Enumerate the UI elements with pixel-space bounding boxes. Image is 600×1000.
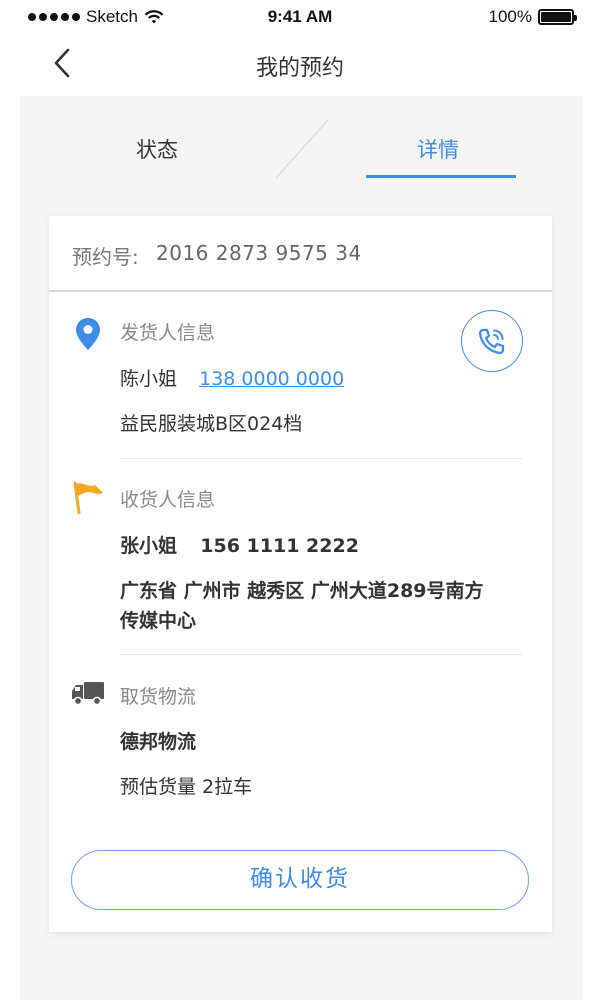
receiver-contact: 张小姐 156 1111 2222 [120,531,359,558]
phone-call-icon [478,328,505,355]
order-number-label: 预约号: [72,245,139,269]
order-number-row: 预约号: 2016 2873 9575 34 [49,216,552,292]
truck-icon [72,682,104,706]
section-separator [120,458,522,459]
receiver-title: 收货人信息 [120,489,216,511]
active-tab-indicator [366,175,516,178]
receiver-name: 张小姐 [120,535,178,557]
logistics-title: 取货物流 [120,686,197,708]
tab-detail[interactable]: 详情 [417,134,459,164]
tab-bar: 状态 详情 [20,96,582,188]
receiver-address-line2: 传媒中心 [120,610,197,632]
sender-name: 陈小姐 [120,368,178,390]
location-pin-icon [76,318,100,350]
sender-address: 益民服装城B区024档 [120,413,303,435]
section-separator [120,654,522,655]
tab-status[interactable]: 状态 [136,134,178,164]
receiver-phone: 156 1111 2222 [200,535,359,557]
page-title: 我的预约 [255,56,344,81]
order-number-value: 2016 2873 9575 34 [156,241,362,265]
tab-divider [275,119,329,179]
nav-bar: 我的预约 [0,34,600,96]
confirm-receipt-button[interactable]: 确认收货 [71,850,529,910]
logistics-company: 德邦物流 [120,731,197,753]
sender-phone-link[interactable]: 138 0000 0000 [199,368,344,390]
status-right: 100% [488,7,577,27]
battery-percent: 100% [488,7,532,26]
call-sender-button[interactable] [461,310,523,372]
flag-icon [73,481,103,514]
sender-title: 发货人信息 [120,322,216,344]
logistics-estimate: 预估货量 2拉车 [120,776,253,798]
detail-card: 预约号: 2016 2873 9575 34 发货人信息 陈小姐 138 000… [49,216,552,932]
sender-contact: 陈小姐 138 0000 0000 [120,364,344,391]
status-bar: Sketch 9:41 AM 100% [0,0,600,34]
battery-icon [538,9,577,25]
receiver-address-line1: 广东省 广州市 越秀区 广州大道289号南方 [120,580,484,602]
